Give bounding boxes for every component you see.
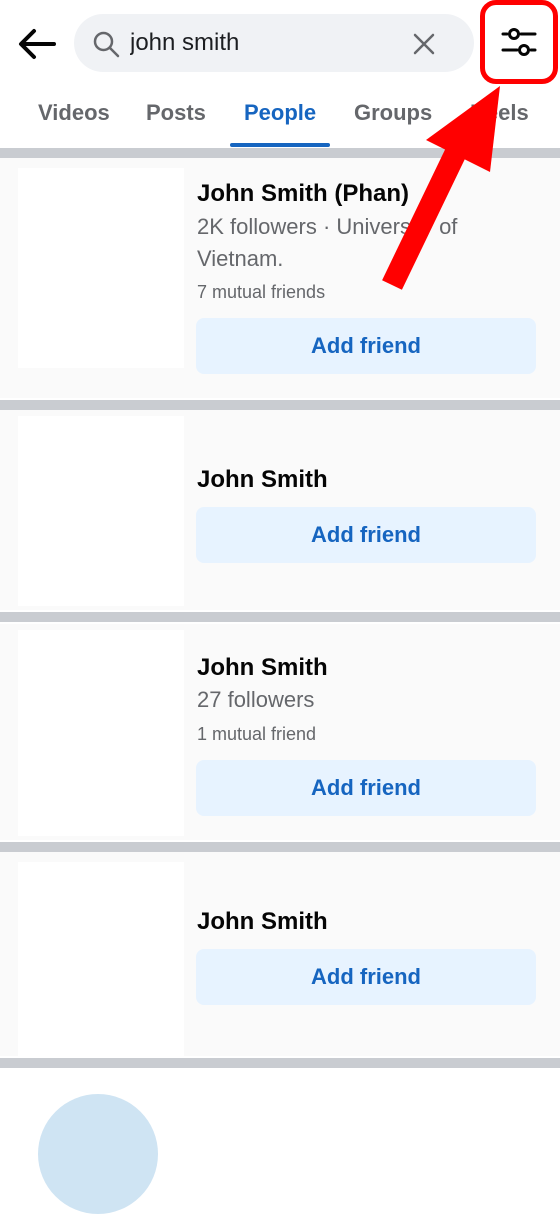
- tab-bar: Videos Posts People Groups Reels: [0, 88, 560, 148]
- tab-videos[interactable]: Videos: [38, 100, 110, 126]
- add-friend-button[interactable]: Add friend: [196, 760, 536, 816]
- tab-posts[interactable]: Posts: [146, 100, 206, 126]
- result-mutual-friends: 1 mutual friend: [197, 724, 317, 744]
- divider: [0, 842, 560, 852]
- tab-people[interactable]: People: [244, 100, 316, 126]
- divider: [0, 1058, 560, 1068]
- add-friend-button[interactable]: Add friend: [196, 318, 536, 374]
- avatar[interactable]: [18, 862, 184, 1056]
- avatar[interactable]: [18, 416, 184, 606]
- tab-groups[interactable]: Groups: [354, 100, 432, 126]
- result-name[interactable]: John Smith: [197, 908, 328, 936]
- avatar[interactable]: [18, 168, 184, 368]
- list-item[interactable]: John Smith Add friend: [0, 410, 560, 610]
- add-friend-button[interactable]: Add friend: [196, 507, 536, 563]
- result-name[interactable]: John Smith: [197, 654, 328, 682]
- back-button[interactable]: [14, 22, 60, 66]
- arrow-left-icon: [19, 29, 56, 59]
- divider: [0, 148, 560, 158]
- filter-sliders-icon: [501, 28, 537, 56]
- tab-reels[interactable]: Reels: [470, 100, 529, 126]
- active-tab-indicator: [230, 143, 330, 147]
- result-name[interactable]: John Smith (Phan): [197, 180, 409, 208]
- list-item[interactable]: John Smith 27 followers 1 mutual friend …: [0, 624, 560, 840]
- list-item[interactable]: John Smith (Phan) 2K followers · Univers…: [0, 158, 560, 398]
- search-input[interactable]: [130, 14, 420, 72]
- result-followers: 2K followers · University of Vietnam.: [197, 214, 458, 271]
- result-name[interactable]: John Smith: [197, 466, 328, 494]
- list-item[interactable]: John Smith Add friend: [0, 852, 560, 1056]
- top-bar: [0, 0, 560, 88]
- avatar[interactable]: [38, 1094, 158, 1214]
- divider: [0, 612, 560, 622]
- close-icon[interactable]: [410, 30, 438, 58]
- divider: [0, 400, 560, 410]
- search-bar[interactable]: [74, 14, 474, 72]
- result-mutual-friends: 7 mutual friends: [197, 282, 326, 302]
- filter-button[interactable]: [480, 0, 558, 84]
- add-friend-button[interactable]: Add friend: [196, 949, 536, 1005]
- result-followers: 27 followers: [197, 687, 315, 712]
- avatar[interactable]: [18, 630, 184, 836]
- search-icon: [93, 31, 120, 58]
